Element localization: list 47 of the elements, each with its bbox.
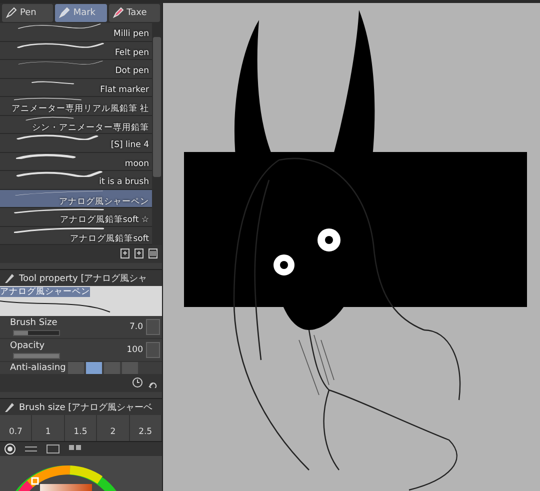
brush-size-button[interactable]: 2 — [97, 415, 130, 441]
brush-item[interactable]: Felt pen — [0, 42, 152, 60]
pen-nib-icon — [112, 7, 124, 19]
tool-tab[interactable]: Pen — [2, 4, 54, 22]
brush-size-button[interactable]: 1 — [32, 415, 65, 441]
brush-size-button[interactable]: 2.5 — [130, 415, 162, 441]
sliders-tab-icon[interactable] — [24, 444, 38, 454]
brush-stroke-icon — [14, 190, 104, 196]
brush-stroke-icon — [14, 42, 104, 48]
brush-item[interactable]: アニメーター専用リアル風鉛筆 社 — [0, 97, 152, 116]
pen-nib-icon — [5, 7, 17, 19]
scrollbar[interactable] — [152, 23, 162, 245]
image-tab-icon[interactable] — [46, 444, 60, 454]
pen-icon — [3, 272, 15, 284]
brush-stroke-icon — [14, 226, 104, 232]
trash-icon[interactable] — [148, 248, 158, 259]
brush-item[interactable]: moon — [0, 152, 152, 171]
slider-track[interactable] — [13, 330, 60, 336]
preset-name: アナログ風シャーペン — [0, 287, 90, 297]
brush-stroke-icon — [14, 208, 104, 214]
setting-value[interactable]: 100 — [126, 345, 143, 355]
clock-icon[interactable] — [132, 377, 143, 388]
panel-title: Brush size [アナログ風シャーベ — [19, 402, 153, 414]
brush-item[interactable]: Dot pen — [0, 60, 152, 78]
setting-value[interactable]: 7.0 — [129, 322, 143, 332]
color-wheel-tab-icon[interactable] — [4, 443, 16, 455]
brush-item[interactable]: [S] line 4 — [0, 134, 152, 152]
pressure-toggle[interactable] — [146, 319, 160, 335]
brush-item[interactable]: it is a brush — [0, 171, 152, 190]
setting-label: Anti-aliasing — [10, 363, 66, 373]
brush-item[interactable]: Flat marker — [0, 78, 152, 97]
setting-label: Brush Size — [10, 318, 58, 328]
tool-tab[interactable]: Taxe — [108, 4, 160, 22]
brush-stroke-icon — [14, 171, 104, 177]
anti-aliasing-option[interactable] — [86, 362, 102, 374]
pen-icon — [3, 401, 15, 413]
brush-size-button[interactable]: 1.5 — [64, 415, 98, 441]
brush-size-button[interactable]: 0.7 — [0, 415, 32, 441]
brush-item[interactable]: Milli pen — [0, 23, 152, 42]
panel-title: Tool property [アナログ風シャ — [19, 272, 148, 284]
brush-item[interactable]: アナログ風シャーペン — [0, 190, 152, 208]
brush-item[interactable]: アナログ風鉛筆soft — [0, 226, 152, 245]
pen-nib-icon — [58, 7, 70, 19]
brush-item[interactable]: シン・アニメーター専用鉛筆 — [0, 116, 152, 134]
pressure-toggle[interactable] — [146, 342, 160, 358]
brush-item[interactable]: アナログ風鉛筆soft ☆ — [0, 208, 152, 226]
setting-label: Opacity — [10, 341, 46, 351]
